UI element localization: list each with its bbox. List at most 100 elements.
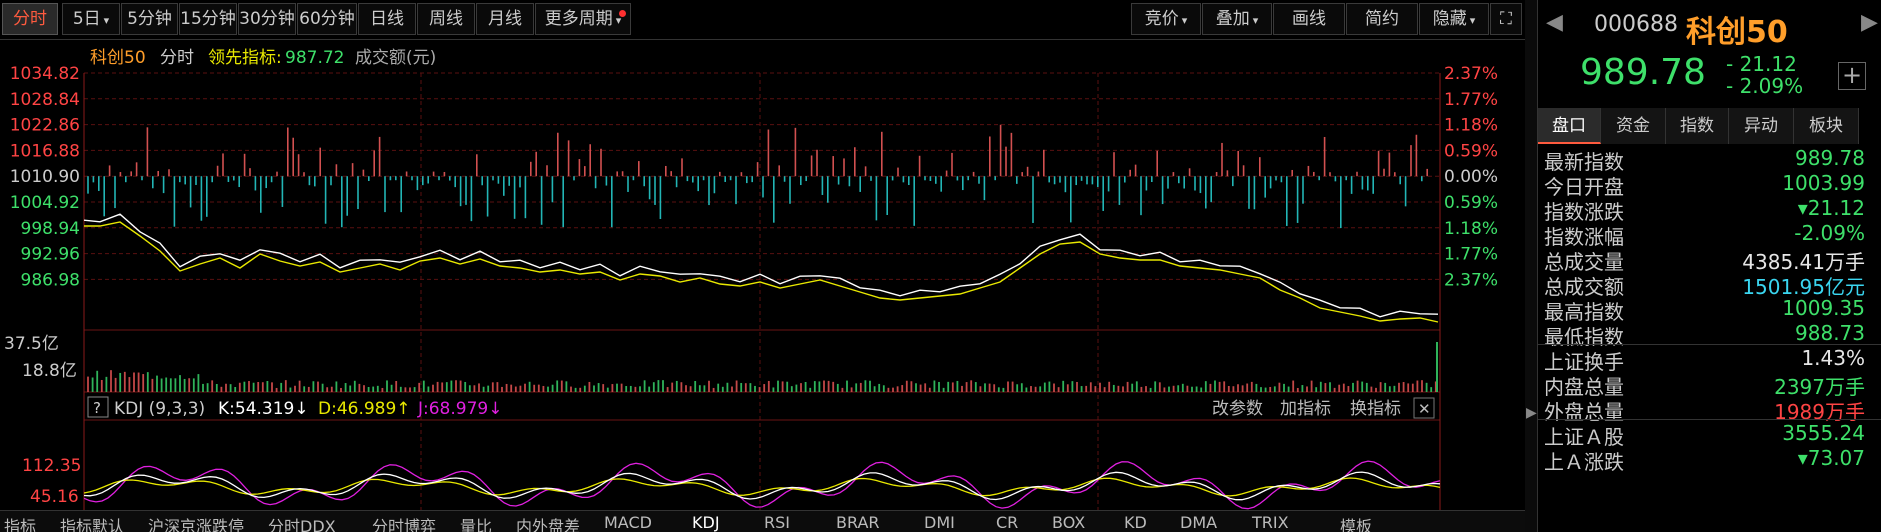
tab-intraday[interactable]: 分时 xyxy=(2,3,58,35)
tab-label: 15分钟 xyxy=(180,9,236,29)
button-label: 画线 xyxy=(1292,9,1326,29)
intraday-chart[interactable]: 科创50 分时 领先指标: 987.72 成交额(元) 1034.82 1028.… xyxy=(0,40,1525,531)
tab-15min[interactable]: 15分钟 xyxy=(179,3,237,35)
add-indicator-button[interactable]: 加指标 xyxy=(1280,399,1331,419)
percent-tick-label: 1.18% xyxy=(1444,219,1498,239)
stat-value: 989.78 xyxy=(1795,146,1865,170)
add-watchlist-button[interactable]: + xyxy=(1838,62,1866,90)
tab-index[interactable]: 指数 xyxy=(1666,108,1729,144)
price-tick-label: 1028.84 xyxy=(10,90,80,110)
tab-5day[interactable]: 5日 ▾ xyxy=(62,3,120,35)
tab-daily[interactable]: 日线 xyxy=(358,3,416,35)
tab-label: 5日 xyxy=(72,9,101,29)
kdj-k-value: K:54.319↓ xyxy=(218,399,309,419)
indicator-tab[interactable]: 沪深京涨跌停 xyxy=(148,513,244,532)
kdj-axis-label: 112.35 xyxy=(22,456,81,476)
tab-sectors[interactable]: 板块 xyxy=(1794,108,1859,144)
indicator-tab[interactable]: CR xyxy=(996,513,1018,532)
overlay-button[interactable]: 叠加 ▾ xyxy=(1202,3,1272,35)
price-tick-label: 1004.92 xyxy=(10,193,80,213)
kdj-j-value: J:68.979↓ xyxy=(417,399,502,419)
period-toolbar: 分时 5日 ▾ 5分钟 15分钟 30分钟 60分钟 日线 周线 月线 更多周期 ▾… xyxy=(0,0,1525,40)
chart-mode: 分时 xyxy=(160,48,194,68)
chart-area[interactable]: 科创50 分时 领先指标: 987.72 成交额(元) 1034.82 1028.… xyxy=(0,40,1525,531)
tab-label: 盘口 xyxy=(1552,116,1586,136)
tab-label: 更多周期 xyxy=(544,9,613,29)
hide-button[interactable]: 隐藏 ▾ xyxy=(1419,3,1489,35)
price-tick-label: 986.98 xyxy=(21,270,80,290)
last-price: 989.78 xyxy=(1580,52,1706,93)
indicator-tab[interactable]: RSI xyxy=(764,513,790,532)
indicator-tab[interactable]: DMA xyxy=(1180,513,1217,532)
chevron-down-icon: ▾ xyxy=(1181,14,1188,27)
fullscreen-button[interactable]: ⛶ xyxy=(1490,3,1522,35)
tab-label: 资金 xyxy=(1616,116,1650,136)
indicator-tab[interactable]: 指标默认 xyxy=(60,513,124,532)
indicator-tab[interactable]: KDJ xyxy=(692,513,720,532)
percent-tick-label: 0.59% xyxy=(1444,141,1498,161)
indicator-tab[interactable]: 量比 xyxy=(460,513,492,532)
indicator-tab[interactable]: 分时博弈 xyxy=(372,513,436,532)
auction-button[interactable]: 竞价 ▾ xyxy=(1131,3,1201,35)
average-price-line xyxy=(84,221,1439,323)
percent-tick-label: 0.59% xyxy=(1444,193,1498,213)
stat-value: 3555.24 xyxy=(1782,421,1865,445)
tab-more-periods[interactable]: 更多周期 ▾ xyxy=(535,3,631,35)
collapse-handle[interactable]: ▶ xyxy=(1525,0,1537,532)
lead-label: 领先指标: xyxy=(208,48,282,68)
tab-label: 周线 xyxy=(429,9,463,29)
vol-axis-label: 37.5亿 xyxy=(4,334,59,354)
indicator-tab[interactable]: KD xyxy=(1124,513,1147,532)
stat-value: 1003.99 xyxy=(1782,171,1865,195)
indicator-tab[interactable]: DMI xyxy=(924,513,955,532)
price-axis: 1034.82 1028.84 1022.86 1016.88 1010.90 1004.… xyxy=(10,64,80,290)
indicator-tab[interactable]: MACD xyxy=(604,513,652,532)
stat-label: 上Ａ涨跌 xyxy=(1544,450,1624,474)
tab-60min[interactable]: 60分钟 xyxy=(297,3,357,35)
kdj-d-value: D:46.989↑ xyxy=(318,399,411,419)
vol-axis-label: 18.8亿 xyxy=(22,361,77,381)
indicator-tab[interactable]: 模板 xyxy=(1340,513,1372,532)
kdj-d-line xyxy=(83,477,1441,497)
tab-monthly[interactable]: 月线 xyxy=(476,3,534,35)
close-icon[interactable]: ✕ xyxy=(1418,400,1431,418)
price-tick-label: 998.94 xyxy=(21,219,80,239)
percent-axis: 2.37% 1.77% 1.18% 0.59% 0.00% 0.59% 1.18% 1.77%… xyxy=(1444,64,1498,290)
indicator-tab[interactable]: 指标 xyxy=(4,513,36,532)
tab-30min[interactable]: 30分钟 xyxy=(238,3,296,35)
tab-label: 30分钟 xyxy=(239,9,295,29)
tab-label: 板块 xyxy=(1809,116,1843,136)
stat-value: 988.73 xyxy=(1795,321,1865,345)
next-arrow-icon[interactable]: ▶ xyxy=(1861,10,1878,35)
indicator-tab[interactable]: BOX xyxy=(1052,513,1085,532)
draw-line-button[interactable]: 画线 xyxy=(1273,3,1345,35)
stat-value: ▾21.12 xyxy=(1797,196,1865,220)
tab-weekly[interactable]: 周线 xyxy=(417,3,475,35)
indicator-tab[interactable]: 内外盘差 xyxy=(516,513,580,532)
volume-label: 成交额(元) xyxy=(355,48,436,68)
percent-tick-label: 1.77% xyxy=(1444,245,1498,265)
switch-indicator-button[interactable]: 换指标 xyxy=(1350,399,1401,419)
tab-label: 60分钟 xyxy=(299,9,355,29)
tab-orderbook[interactable]: 盘口 xyxy=(1538,108,1601,144)
tab-label: 日线 xyxy=(370,9,404,29)
tab-funds[interactable]: 资金 xyxy=(1601,108,1666,144)
indicator-tab[interactable]: 分时DDX xyxy=(268,513,336,532)
indicator-tab[interactable]: BRAR xyxy=(836,513,880,532)
percent-tick-label: 1.77% xyxy=(1444,90,1498,110)
price-line xyxy=(83,213,1439,318)
chevron-down-icon: ▾ xyxy=(1252,14,1259,27)
indicator-tab[interactable]: TRIX xyxy=(1252,513,1289,532)
tab-movers[interactable]: 异动 xyxy=(1729,108,1794,144)
stock-code: 000688 xyxy=(1594,12,1678,37)
tab-5min[interactable]: 5分钟 xyxy=(121,3,178,35)
percent-tick-label: 1.18% xyxy=(1444,116,1498,136)
stat-value: 1.43% xyxy=(1801,346,1865,370)
change-params-button[interactable]: 改参数 xyxy=(1212,399,1263,419)
prev-arrow-icon[interactable]: ◀ xyxy=(1546,10,1563,35)
notification-dot xyxy=(619,10,626,17)
simple-button[interactable]: 简约 xyxy=(1346,3,1418,35)
tab-label: 5分钟 xyxy=(127,9,172,29)
stock-name: 科创50 xyxy=(1686,15,1788,50)
stat-value: ▾73.07 xyxy=(1797,446,1865,470)
